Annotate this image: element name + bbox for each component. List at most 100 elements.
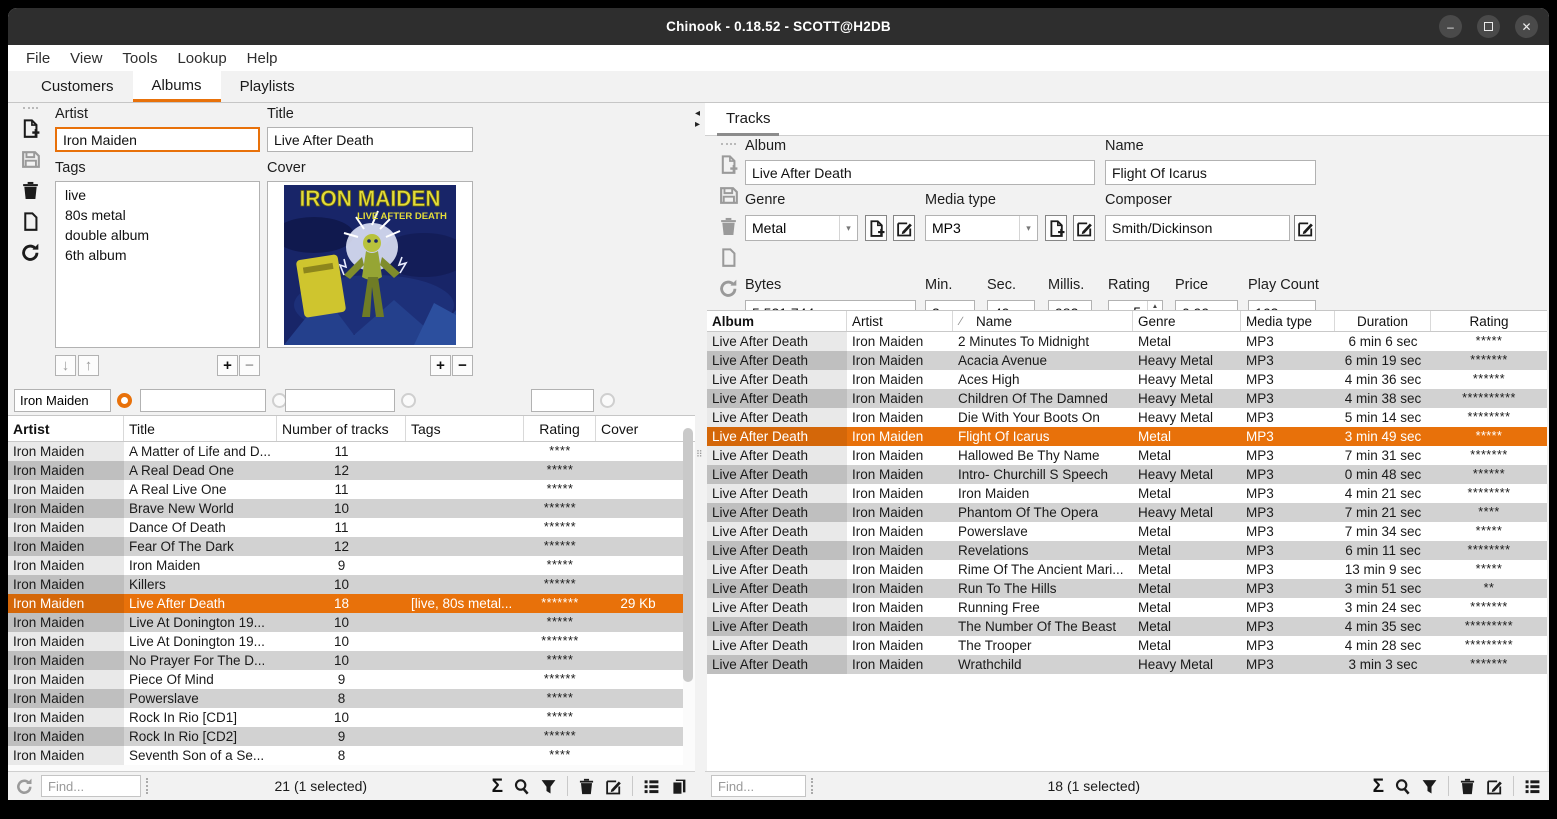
table-row[interactable]: Live After DeathIron MaidenFlight Of Ica… [707, 427, 1547, 446]
table-row[interactable]: Live After DeathIron MaidenIron MaidenMe… [707, 484, 1547, 503]
list-item[interactable]: double album [56, 225, 259, 245]
filter-artist-input[interactable] [14, 389, 111, 412]
filter-rating-input[interactable] [531, 389, 594, 412]
table-row[interactable]: Iron MaidenSeventh Son of a Se...8**** [8, 746, 683, 765]
column-header-name[interactable]: ∕Name [953, 311, 1133, 331]
maximize-button[interactable] [1477, 15, 1500, 38]
splitter-grip-icon[interactable]: ⠿ [696, 451, 704, 473]
table-row[interactable]: Live After DeathIron Maiden2 Minutes To … [707, 332, 1547, 351]
tag-remove-button[interactable]: − [239, 355, 260, 376]
column-header-tracks[interactable]: Number of tracks [277, 416, 406, 441]
table-row[interactable]: Iron MaidenLive After Death18[live, 80s … [8, 594, 683, 613]
table-row[interactable]: Live After DeathIron MaidenRunning FreeM… [707, 598, 1547, 617]
cover-remove-button[interactable]: − [452, 355, 473, 376]
column-header-media-type[interactable]: Media type [1241, 311, 1335, 331]
filter-tracks-input[interactable] [285, 389, 395, 412]
sum-icon[interactable]: Σ [1373, 777, 1384, 796]
list-view-icon[interactable] [1524, 778, 1541, 795]
column-header-duration[interactable]: Duration [1335, 311, 1431, 331]
name-field[interactable] [1105, 160, 1316, 185]
duplicate-icon[interactable] [719, 248, 738, 267]
filter-artist-radio[interactable] [117, 393, 132, 408]
column-header-album[interactable]: Album [707, 311, 847, 331]
filter-icon[interactable] [540, 778, 557, 795]
refresh-icon[interactable] [16, 778, 33, 795]
list-item[interactable]: 80s metal [56, 205, 259, 225]
table-row[interactable]: Iron MaidenA Matter of Life and D...11**… [8, 442, 683, 461]
table-row[interactable]: Live After DeathIron MaidenWrathchildHea… [707, 655, 1547, 674]
table-row[interactable]: Live After DeathIron MaidenRevelationsMe… [707, 541, 1547, 560]
column-header-artist[interactable]: Artist [8, 416, 124, 441]
tab-customers[interactable]: Customers [22, 71, 133, 102]
copy-pages-icon[interactable] [670, 778, 687, 795]
table-row[interactable]: Iron MaidenDance Of Death11****** [8, 518, 683, 537]
table-row[interactable]: Live After DeathIron MaidenHallowed Be T… [707, 446, 1547, 465]
tags-list[interactable]: live80s metaldouble album6th album [55, 181, 260, 348]
table-row[interactable]: Iron MaidenKillers10****** [8, 575, 683, 594]
menu-view[interactable]: View [60, 50, 112, 67]
vertical-scrollbar[interactable] [683, 428, 693, 682]
expand-right-icon[interactable]: ▸ [695, 119, 700, 130]
tracks-find-input[interactable] [711, 775, 806, 797]
title-field[interactable] [267, 127, 473, 152]
table-row[interactable]: Iron MaidenLive At Donington 19...10****… [8, 632, 683, 651]
table-row[interactable]: Iron MaidenA Real Dead One12***** [8, 461, 683, 480]
add-record-icon[interactable] [21, 119, 40, 138]
list-item[interactable]: live [56, 185, 259, 205]
genre-select[interactable]: Metal ▾ [745, 215, 858, 241]
menu-file[interactable]: File [16, 50, 60, 67]
column-header-rating[interactable]: Rating [524, 416, 596, 441]
genre-edit-button[interactable] [893, 215, 915, 241]
media-type-edit-button[interactable] [1073, 215, 1095, 241]
tag-add-button[interactable]: + [217, 355, 238, 376]
tab-playlists[interactable]: Playlists [221, 71, 314, 102]
column-header-genre[interactable]: Genre [1133, 311, 1241, 331]
close-button[interactable]: ✕ [1515, 15, 1538, 38]
list-item[interactable]: 6th album [56, 245, 259, 265]
add-record-icon[interactable] [719, 155, 738, 174]
column-header-title[interactable]: Title [124, 416, 277, 441]
refresh-icon[interactable] [719, 279, 738, 298]
edit-icon[interactable] [1486, 778, 1503, 795]
minimize-button[interactable]: – [1439, 15, 1462, 38]
table-row[interactable]: Live After DeathIron MaidenChildren Of T… [707, 389, 1547, 408]
composer-edit-button[interactable] [1294, 215, 1316, 241]
table-row[interactable]: Iron MaidenPowerslave8***** [8, 689, 683, 708]
filter-icon[interactable] [1421, 778, 1438, 795]
albums-find-input[interactable] [41, 775, 141, 797]
column-header-artist[interactable]: Artist [847, 311, 953, 331]
table-row[interactable]: Iron MaidenLive At Donington 19...10****… [8, 613, 683, 632]
sum-icon[interactable]: Σ [492, 777, 503, 796]
delete-icon[interactable] [719, 217, 738, 236]
table-row[interactable]: Live After DeathIron MaidenIntro- Church… [707, 465, 1547, 484]
column-header-rating[interactable]: Rating [1431, 311, 1547, 331]
delete-icon[interactable] [1459, 778, 1476, 795]
duplicate-icon[interactable] [21, 212, 40, 231]
genre-add-button[interactable] [865, 215, 887, 241]
table-row[interactable]: Iron MaidenFear Of The Dark12****** [8, 537, 683, 556]
column-header-tags[interactable]: Tags [406, 416, 524, 441]
search-icon[interactable] [513, 778, 530, 795]
delete-icon[interactable] [578, 778, 595, 795]
filter-tracks-radio[interactable] [401, 393, 416, 408]
menu-lookup[interactable]: Lookup [167, 50, 236, 67]
panel-splitter[interactable]: ◂ ▸ ⠿ [695, 103, 705, 771]
table-row[interactable]: Iron MaidenPiece Of Mind9****** [8, 670, 683, 689]
menu-tools[interactable]: Tools [112, 50, 167, 67]
tag-move-up-button[interactable]: ↑ [78, 355, 99, 376]
filter-title-input[interactable] [140, 389, 266, 412]
media-type-add-button[interactable] [1045, 215, 1067, 241]
table-row[interactable]: Live After DeathIron MaidenThe Number Of… [707, 617, 1547, 636]
table-row[interactable]: Live After DeathIron MaidenPhantom Of Th… [707, 503, 1547, 522]
cover-add-button[interactable]: + [430, 355, 451, 376]
table-row[interactable]: Iron MaidenRock In Rio [CD2]9****** [8, 727, 683, 746]
table-row[interactable]: Iron MaidenA Real Live One11***** [8, 480, 683, 499]
table-row[interactable]: Live After DeathIron MaidenRime Of The A… [707, 560, 1547, 579]
save-icon[interactable] [719, 186, 738, 205]
refresh-icon[interactable] [21, 243, 40, 262]
edit-icon[interactable] [605, 778, 622, 795]
save-icon[interactable] [21, 150, 40, 169]
collapse-left-icon[interactable]: ◂ [695, 108, 700, 119]
filter-rating-radio[interactable] [600, 393, 615, 408]
table-row[interactable]: Iron MaidenBrave New World10****** [8, 499, 683, 518]
